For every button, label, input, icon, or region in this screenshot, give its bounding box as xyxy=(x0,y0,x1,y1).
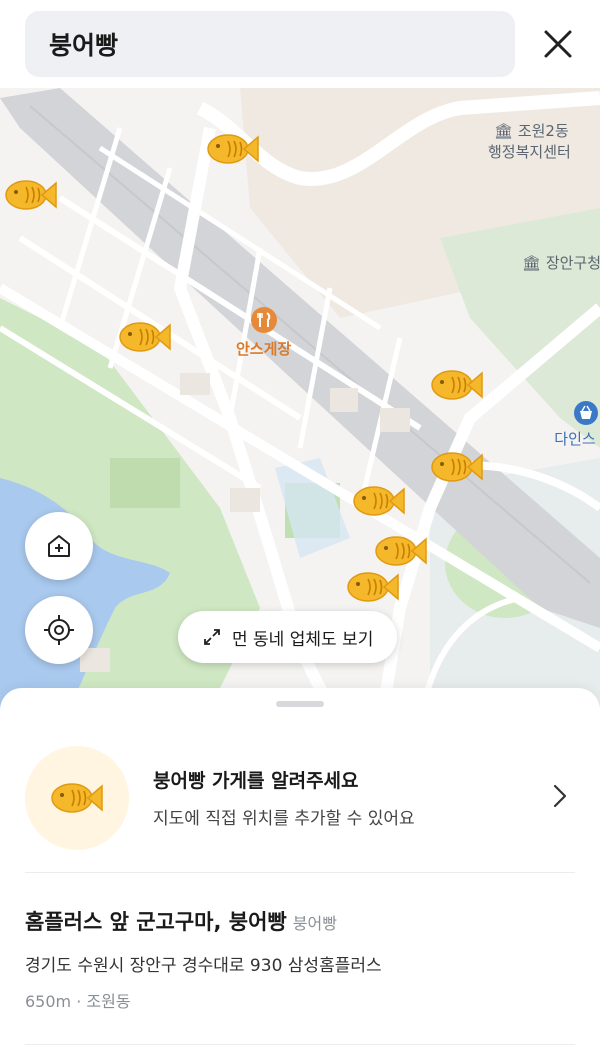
bungeoppang-marker-icon[interactable] xyxy=(352,482,406,520)
building-icon: 🏛 xyxy=(522,254,542,272)
poi-gov-office-line2: 행정복지센터 xyxy=(488,143,571,161)
bungeoppang-marker-icon[interactable] xyxy=(4,176,58,214)
bungeoppang-marker-icon[interactable] xyxy=(430,366,484,404)
store-address: 경기도 수원시 장안구 경수대로 930 삼성홈플러스 xyxy=(25,956,382,976)
close-button[interactable] xyxy=(534,20,582,68)
poi-restaurant[interactable]: 안스게장 xyxy=(236,306,291,359)
poi-district-office[interactable]: 🏛 장안구청 xyxy=(522,252,600,273)
poi-restaurant-label: 안스게장 xyxy=(236,340,292,358)
bungeoppang-marker-icon[interactable] xyxy=(118,318,172,356)
add-home-icon xyxy=(48,535,70,557)
add-store-promo[interactable]: 붕어빵 가게를 알려주세요 지도에 직접 위치를 추가할 수 있어요 xyxy=(0,746,600,856)
promo-icon-circle xyxy=(25,746,129,850)
my-location-button[interactable] xyxy=(25,596,93,664)
map-view[interactable]: 🏛 조원2동 행정복지센터 🏛 장안구청 안스게장 다인스 먼 동네 업체도 보… xyxy=(0,88,600,728)
store-list-item[interactable]: 홈플러스 앞 군고구마, 붕어빵 붕어빵 경기도 수원시 장안구 경수대로 930… xyxy=(0,888,600,1018)
crosshair-icon xyxy=(44,615,74,645)
poi-gov-office[interactable]: 🏛 조원2동 행정복지센터 xyxy=(488,120,571,162)
store-name: 홈플러스 앞 군고구마, 붕어빵 xyxy=(25,910,287,934)
bungeoppang-marker-icon[interactable] xyxy=(374,532,428,570)
divider xyxy=(25,1044,575,1045)
bungeoppang-marker-icon[interactable] xyxy=(206,130,260,168)
promo-title: 붕어빵 가게를 알려주세요 xyxy=(153,770,359,792)
poi-shop-label: 다인스 xyxy=(554,430,596,448)
bottom-sheet: 붕어빵 가게를 알려주세요 지도에 직접 위치를 추가할 수 있어요 홈플러스 … xyxy=(0,688,600,1050)
show-far-stores-button[interactable]: 먼 동네 업체도 보기 xyxy=(178,611,398,663)
show-far-stores-label: 먼 동네 업체도 보기 xyxy=(232,629,374,650)
search-header: 붕어빵 xyxy=(0,0,600,88)
building-icon: 🏛 xyxy=(494,122,514,140)
promo-subtitle: 지도에 직접 위치를 추가할 수 있어요 xyxy=(153,809,415,829)
restaurant-icon xyxy=(250,307,277,333)
poi-district-office-label: 장안구청 xyxy=(545,254,600,272)
poi-shop[interactable]: 다인스 xyxy=(551,400,599,449)
store-category: 붕어빵 xyxy=(292,914,337,933)
store-name-row: 홈플러스 앞 군고구마, 붕어빵 붕어빵 xyxy=(25,906,337,936)
expand-icon xyxy=(204,629,220,645)
chevron-right-icon xyxy=(553,784,567,808)
add-place-button[interactable] xyxy=(25,512,93,580)
poi-gov-office-line1: 조원2동 xyxy=(517,122,569,140)
bungeoppang-marker-icon[interactable] xyxy=(430,448,484,486)
sheet-drag-handle[interactable] xyxy=(276,701,324,707)
shopping-basket-icon xyxy=(574,401,598,425)
bungeoppang-icon xyxy=(51,783,103,813)
divider xyxy=(25,872,575,873)
meta-separator: · xyxy=(76,992,82,1011)
search-input[interactable]: 붕어빵 xyxy=(25,11,515,77)
close-icon xyxy=(544,30,572,58)
store-area: 조원동 xyxy=(86,992,131,1011)
bungeoppang-marker-icon[interactable] xyxy=(346,568,400,606)
store-distance: 650m xyxy=(25,992,72,1011)
search-query: 붕어빵 xyxy=(49,31,119,60)
store-meta: 650m · 조원동 xyxy=(25,988,131,1012)
